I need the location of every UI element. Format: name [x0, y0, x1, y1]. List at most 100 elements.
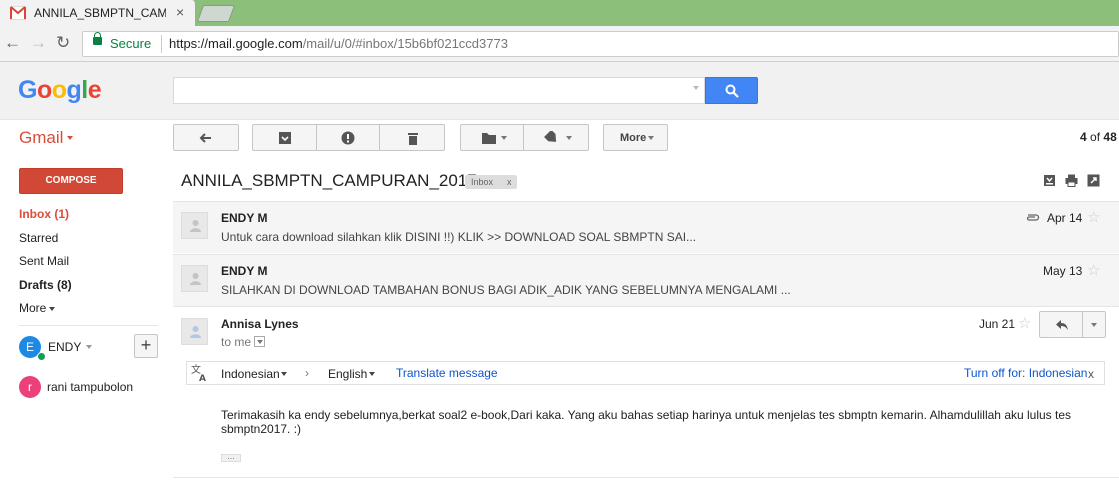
sidebar-item-inbox[interactable]: Inbox (1): [19, 207, 69, 221]
more-actions-button[interactable]: More: [603, 124, 668, 151]
conversation-counter: 4 of 48: [1080, 130, 1117, 144]
message-snippet[interactable]: Untuk cara download silahkan klik DISINI…: [221, 230, 696, 244]
chevron-down-icon: [369, 372, 375, 376]
sender-name[interactable]: ENDY M: [221, 264, 267, 278]
chevron-down-icon: [501, 136, 507, 140]
chevron-down-icon: [648, 136, 654, 140]
move-to-button[interactable]: [460, 124, 524, 151]
lock-icon: [93, 32, 102, 45]
archive-icon: [279, 132, 291, 144]
new-tab-button[interactable]: [196, 5, 236, 22]
url-host: https://mail.google.com: [169, 36, 303, 51]
logo-letter: G: [18, 76, 37, 104]
remove-label-icon[interactable]: x: [507, 175, 512, 189]
gmail-app-menu[interactable]: Gmail: [19, 128, 63, 148]
chevron-down-icon: [1091, 323, 1097, 327]
show-details-button[interactable]: [254, 336, 265, 347]
message-body: Terimakasih ka endy sebelumnya,berkat so…: [221, 408, 1072, 436]
contact-name[interactable]: rani tampubolon: [47, 380, 133, 394]
print-icon[interactable]: [1065, 174, 1078, 187]
url-text[interactable]: https://mail.google.com/mail/u/0/#inbox/…: [169, 36, 508, 51]
logo-letter: o: [51, 76, 67, 104]
chevron-right-icon: ›: [305, 366, 309, 380]
star-icon[interactable]: ☆: [1018, 314, 1031, 332]
delete-button[interactable]: [379, 124, 445, 151]
svg-text:A: A: [199, 374, 206, 382]
logo-letter: g: [66, 76, 82, 104]
message-collapsed[interactable]: [173, 254, 1119, 306]
new-window-icon[interactable]: [1087, 174, 1100, 187]
chevron-down-icon: [49, 307, 55, 311]
more-options-button[interactable]: [1083, 311, 1106, 338]
message-date: Jun 21: [979, 317, 1016, 331]
message-snippet[interactable]: SILAHKAN DI DOWNLOAD TAMBAHAN BONUS BAGI…: [221, 283, 791, 297]
labels-button[interactable]: [523, 124, 589, 151]
reply-button[interactable]: [1039, 311, 1083, 338]
close-translate-icon[interactable]: x: [1088, 367, 1094, 381]
chevron-down-icon: [566, 136, 572, 140]
archive-button[interactable]: [252, 124, 317, 151]
translate-icon: 文A: [191, 364, 206, 382]
google-logo[interactable]: Google: [18, 76, 102, 105]
gmail-favicon-icon: [10, 6, 26, 20]
contact-avatar[interactable]: r: [19, 376, 41, 398]
star-icon[interactable]: ☆: [1087, 261, 1100, 279]
new-chat-button[interactable]: +: [134, 334, 158, 358]
secure-label: Secure: [110, 36, 152, 51]
search-input[interactable]: [173, 77, 705, 104]
more-actions-label: More: [620, 132, 647, 144]
sidebar-item-sent[interactable]: Sent Mail: [19, 254, 69, 268]
back-to-inbox-button[interactable]: [173, 124, 239, 151]
show-trimmed-content-button[interactable]: ...: [221, 452, 241, 462]
back-icon[interactable]: ←: [4, 33, 21, 53]
expand-all-icon[interactable]: [1043, 174, 1056, 187]
count-total: 48: [1103, 130, 1117, 144]
label-text: Inbox: [471, 177, 494, 187]
inbox-label-chip[interactable]: Inbox x: [465, 175, 517, 189]
sender-name[interactable]: Annisa Lynes: [221, 317, 299, 331]
forward-icon[interactable]: →: [30, 33, 47, 53]
back-arrow-icon: [199, 133, 211, 143]
label-tag-icon: [544, 131, 557, 142]
search-button[interactable]: [705, 77, 758, 104]
search-icon: [725, 84, 739, 98]
browser-tab[interactable]: ANNILA_SBMPTN_CAMP ×: [0, 0, 196, 26]
logo-letter: o: [36, 76, 52, 104]
message-date: May 13: [1043, 264, 1083, 278]
sender-name[interactable]: ENDY M: [221, 211, 267, 225]
recipient-line: to me: [221, 335, 252, 349]
reload-icon[interactable]: ↻: [56, 33, 70, 53]
spam-icon: [341, 131, 355, 145]
tab-close-icon[interactable]: ×: [176, 4, 184, 20]
message-collapsed[interactable]: [173, 201, 1119, 253]
translate-message-link[interactable]: Translate message: [396, 366, 498, 380]
count-current: 4: [1080, 130, 1087, 144]
user-name[interactable]: ENDY: [48, 340, 81, 354]
sidebar-item-drafts[interactable]: Drafts (8): [19, 278, 72, 292]
logo-letter: e: [87, 76, 102, 104]
reply-icon: [1056, 320, 1068, 330]
chevron-down-icon[interactable]: [86, 345, 92, 349]
sidebar-item-more[interactable]: More: [19, 301, 46, 315]
message-expanded: [173, 306, 1119, 478]
sender-avatar: [181, 318, 208, 345]
person-icon: [190, 220, 201, 232]
sender-avatar: [181, 212, 208, 239]
divider: [19, 325, 158, 326]
attachment-icon: [1026, 214, 1040, 221]
chevron-down-icon: [281, 372, 287, 376]
search-options-icon[interactable]: [693, 86, 699, 90]
count-of: of: [1090, 130, 1101, 144]
report-spam-button[interactable]: [316, 124, 380, 151]
compose-button[interactable]: COMPOSE: [19, 168, 123, 194]
turn-off-translation-link[interactable]: Turn off for: Indonesian: [964, 366, 1087, 380]
target-language-select[interactable]: English: [328, 367, 367, 381]
thread-subject: ANNILA_SBMPTN_CAMPURAN_2017: [181, 171, 477, 190]
omnibox-divider: [161, 35, 162, 53]
person-icon: [190, 326, 201, 338]
tab-title: ANNILA_SBMPTN_CAMP: [34, 6, 166, 20]
message-date: Apr 14: [1047, 211, 1083, 225]
source-language-select[interactable]: Indonesian: [221, 367, 280, 381]
star-icon[interactable]: ☆: [1087, 208, 1100, 226]
sidebar-item-starred[interactable]: Starred: [19, 231, 58, 245]
